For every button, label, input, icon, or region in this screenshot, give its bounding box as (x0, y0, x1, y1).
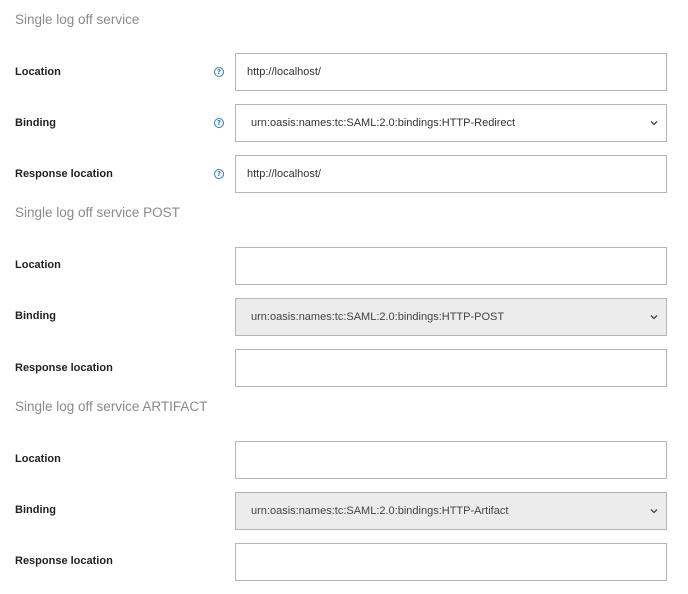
chevron-down-icon (650, 121, 658, 126)
response-location-label: Response location (15, 168, 113, 180)
location-label: Location (15, 66, 61, 78)
location-input[interactable] (235, 441, 667, 479)
response-location-label: Response location (15, 362, 113, 374)
binding-select[interactable]: urn:oasis:names:tc:SAML:2.0:bindings:HTT… (235, 104, 667, 142)
location-label: Location (15, 453, 61, 465)
location-input[interactable]: http://localhost/ (235, 53, 667, 91)
chevron-down-icon (650, 315, 658, 320)
response-location-input[interactable]: http://localhost/ (235, 155, 667, 193)
help-icon[interactable]: ? (214, 118, 224, 128)
response-location-input[interactable] (235, 349, 667, 387)
location-label: Location (15, 259, 61, 271)
binding-select-value: urn:oasis:names:tc:SAML:2.0:bindings:HTT… (251, 311, 505, 323)
response-location-input[interactable] (235, 543, 667, 581)
help-icon[interactable]: ? (214, 67, 224, 77)
section-title-single-log-off-post: Single log off service POST (15, 205, 180, 220)
location-input[interactable] (235, 247, 667, 285)
location-input-value: http://localhost/ (247, 66, 321, 78)
section-title-single-log-off-artifact: Single log off service ARTIFACT (15, 399, 208, 414)
response-location-input-value: http://localhost/ (247, 168, 321, 180)
help-icon[interactable]: ? (214, 169, 224, 179)
binding-label: Binding (15, 117, 56, 129)
binding-select-value: urn:oasis:names:tc:SAML:2.0:bindings:HTT… (251, 505, 509, 517)
section-title-single-log-off: Single log off service (15, 12, 140, 27)
binding-select: urn:oasis:names:tc:SAML:2.0:bindings:HTT… (235, 492, 667, 530)
binding-select-value: urn:oasis:names:tc:SAML:2.0:bindings:HTT… (251, 117, 516, 129)
chevron-down-icon (650, 509, 658, 514)
binding-label: Binding (15, 310, 56, 322)
response-location-label: Response location (15, 555, 113, 567)
binding-select: urn:oasis:names:tc:SAML:2.0:bindings:HTT… (235, 298, 667, 336)
binding-label: Binding (15, 504, 56, 516)
